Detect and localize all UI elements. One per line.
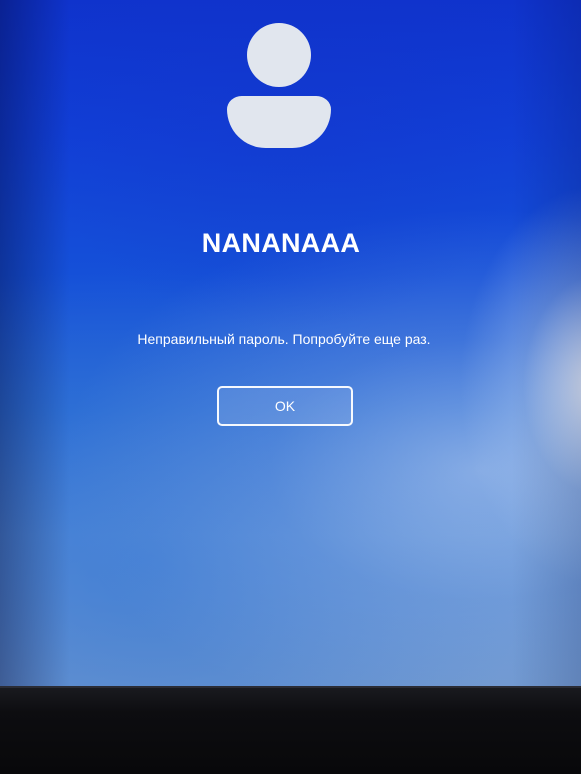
avatar-head [247,23,311,87]
ok-button[interactable]: OK [217,386,353,426]
username: NANANAAA [201,228,361,258]
bezel-edge [0,686,581,688]
user-avatar-icon [220,16,340,156]
avatar-body [227,96,331,148]
photo-frame: NANANAAA Неправильный пароль. Попробуйте… [0,0,581,774]
monitor-bezel [0,686,581,774]
error-message: Неправильный пароль. Попробуйте еще раз. [137,331,431,347]
ok-button-label: OK [274,398,296,414]
lock-screen: NANANAAA Неправильный пароль. Попробуйте… [0,0,581,686]
